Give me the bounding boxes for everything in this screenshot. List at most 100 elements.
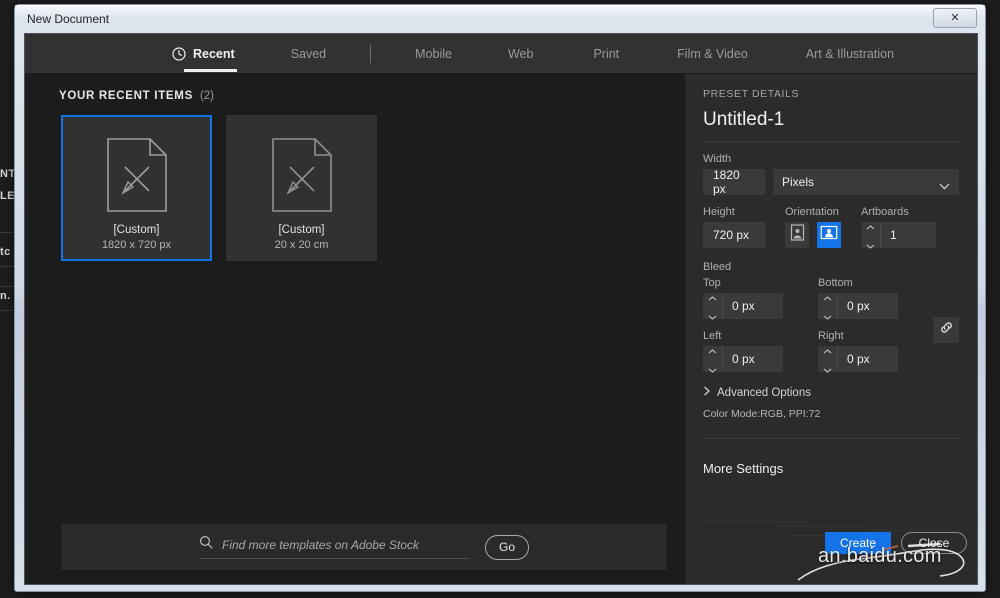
advanced-options-toggle[interactable]: Advanced Options <box>703 386 959 399</box>
close-icon: ✕ <box>950 11 960 24</box>
width-label: Width <box>703 153 732 165</box>
tab-art-and-illustration[interactable]: Art & Illustration <box>804 34 896 74</box>
link-icon <box>939 320 954 340</box>
recent-item-size: 20 x 20 cm <box>274 239 329 251</box>
recent-items-count: (2) <box>199 90 214 102</box>
chevron-up-icon[interactable] <box>708 341 717 359</box>
tab-web[interactable]: Web <box>506 34 535 74</box>
ghost-artifact-line <box>703 521 808 522</box>
width-row: 1820 px Pixels <box>703 168 959 196</box>
more-settings-divider <box>703 438 959 439</box>
units-select[interactable]: Pixels <box>773 169 959 195</box>
document-icon <box>271 137 333 218</box>
adobe-stock-search-bar: Go <box>61 524 667 570</box>
chevron-up-icon[interactable] <box>708 288 717 306</box>
dialog-body: YOUR RECENT ITEMS (2) [Custom] 1820 x 72… <box>25 74 977 584</box>
height-orientation-artboards-row: Height 720 px Orientation Artboards 1 <box>703 195 959 249</box>
preset-name-input[interactable]: Untitled-1 <box>703 109 959 131</box>
chevron-down-icon[interactable] <box>708 360 717 378</box>
category-tabbar: Recent Saved Mobile Web Print Film & Vid <box>25 34 977 74</box>
bleed-label: Bleed <box>703 261 732 273</box>
advanced-options-label: Advanced Options <box>717 386 811 399</box>
height-group: Height 720 px <box>703 195 765 248</box>
bleed-left-value[interactable]: 0 px <box>723 346 764 372</box>
ghost-artifact-line <box>780 526 870 527</box>
recent-item-card[interactable]: [Custom] 20 x 20 cm <box>226 115 377 261</box>
height-label: Height <box>703 206 735 218</box>
portrait-icon <box>790 224 805 246</box>
orientation-portrait-button[interactable] <box>785 222 809 248</box>
bleed-top-stepper[interactable]: 0 px <box>703 293 783 320</box>
bleed-left-stepper[interactable]: 0 px <box>703 346 783 373</box>
chevron-down-icon[interactable] <box>823 360 832 378</box>
stock-search-input[interactable] <box>222 537 462 552</box>
recent-item-card[interactable]: [Custom] 1820 x 720 px <box>61 115 212 261</box>
landscape-icon <box>820 225 838 245</box>
stepper-arrows[interactable] <box>703 293 723 320</box>
window-titlebar: New Document ✕ <box>15 5 985 32</box>
window-close-button[interactable]: ✕ <box>933 8 977 28</box>
tab-separator <box>370 44 372 63</box>
bleed-right-stepper[interactable]: 0 px <box>818 346 898 373</box>
bleed-top-value[interactable]: 0 px <box>723 293 764 319</box>
close-button-label: Close <box>918 536 950 550</box>
preset-details-heading: PRESET DETAILS <box>703 88 800 100</box>
orientation-group: Orientation <box>785 195 841 248</box>
preset-details-pane: PRESET DETAILS Untitled-1 Width 1820 px … <box>685 74 977 584</box>
artboards-stepper[interactable]: 1 <box>861 222 936 249</box>
chevron-right-icon <box>703 386 711 399</box>
stepper-arrows[interactable] <box>818 293 838 320</box>
recent-items-grid: [Custom] 1820 x 720 px [Custom] 20 x 20 … <box>61 115 685 261</box>
bleed-left-label: Left <box>703 330 722 342</box>
create-button[interactable]: Create <box>825 532 891 554</box>
preset-name-divider <box>703 141 959 142</box>
create-button-label: Create <box>839 536 877 550</box>
close-dialog-button[interactable]: Close <box>901 532 967 554</box>
bleed-bottom-label: Bottom <box>818 277 853 289</box>
tab-label: Mobile <box>415 46 452 61</box>
chevron-up-icon[interactable] <box>866 217 875 235</box>
artboards-value[interactable]: 1 <box>881 222 906 248</box>
templates-pane: YOUR RECENT ITEMS (2) [Custom] 1820 x 72… <box>25 74 685 584</box>
tab-recent[interactable]: Recent <box>170 34 237 74</box>
titlebar-gloss <box>15 5 985 18</box>
document-icon <box>106 137 168 218</box>
stepper-arrows[interactable] <box>861 222 881 249</box>
units-select-value: Pixels <box>782 175 815 189</box>
more-settings-button[interactable]: More Settings <box>703 461 959 476</box>
ghost-artifact-line <box>870 530 960 531</box>
height-input[interactable]: 720 px <box>703 222 765 248</box>
stepper-arrows[interactable] <box>703 346 723 373</box>
width-input[interactable]: 1820 px <box>703 168 765 196</box>
stock-go-button[interactable]: Go <box>485 534 529 560</box>
recent-items-header: YOUR RECENT ITEMS (2) <box>59 90 685 102</box>
tab-label: Art & Illustration <box>805 46 895 61</box>
bleed-bottom-stepper[interactable]: 0 px <box>818 293 898 320</box>
bleed-top-label: Top <box>703 277 721 289</box>
stock-search-field[interactable] <box>199 535 469 559</box>
orientation-landscape-button[interactable] <box>817 222 841 248</box>
tab-film-and-video[interactable]: Film & Video <box>675 34 750 74</box>
tab-label: Saved <box>290 46 327 61</box>
recent-item-name: [Custom] <box>278 224 325 236</box>
tab-label: Recent <box>193 46 235 61</box>
bleed-right-value[interactable]: 0 px <box>838 346 879 372</box>
go-button-label: Go <box>498 540 515 554</box>
bleed-link-toggle[interactable] <box>933 317 959 343</box>
artboards-group: Artboards 1 <box>861 195 936 249</box>
orientation-label: Orientation <box>785 206 839 218</box>
color-mode-summary: Color Mode:RGB, PPI:72 <box>703 408 821 420</box>
tab-mobile[interactable]: Mobile <box>413 34 454 74</box>
tab-saved[interactable]: Saved <box>289 34 328 74</box>
new-document-dialog: Recent Saved Mobile Web Print Film & Vid <box>24 33 978 585</box>
chevron-down-icon[interactable] <box>866 236 875 254</box>
screen: NT LE tc n. New Document ✕ Recent Saved … <box>0 0 1000 598</box>
stepper-arrows[interactable] <box>818 346 838 373</box>
recent-item-size: 1820 x 720 px <box>101 239 172 251</box>
bleed-bottom-value[interactable]: 0 px <box>838 293 879 319</box>
tab-label: Film & Video <box>677 46 748 61</box>
chevron-up-icon[interactable] <box>823 341 832 359</box>
tab-print[interactable]: Print <box>591 34 621 74</box>
chevron-up-icon[interactable] <box>823 288 832 306</box>
new-document-window: New Document ✕ Recent Saved Mobile Web P… <box>14 4 986 592</box>
